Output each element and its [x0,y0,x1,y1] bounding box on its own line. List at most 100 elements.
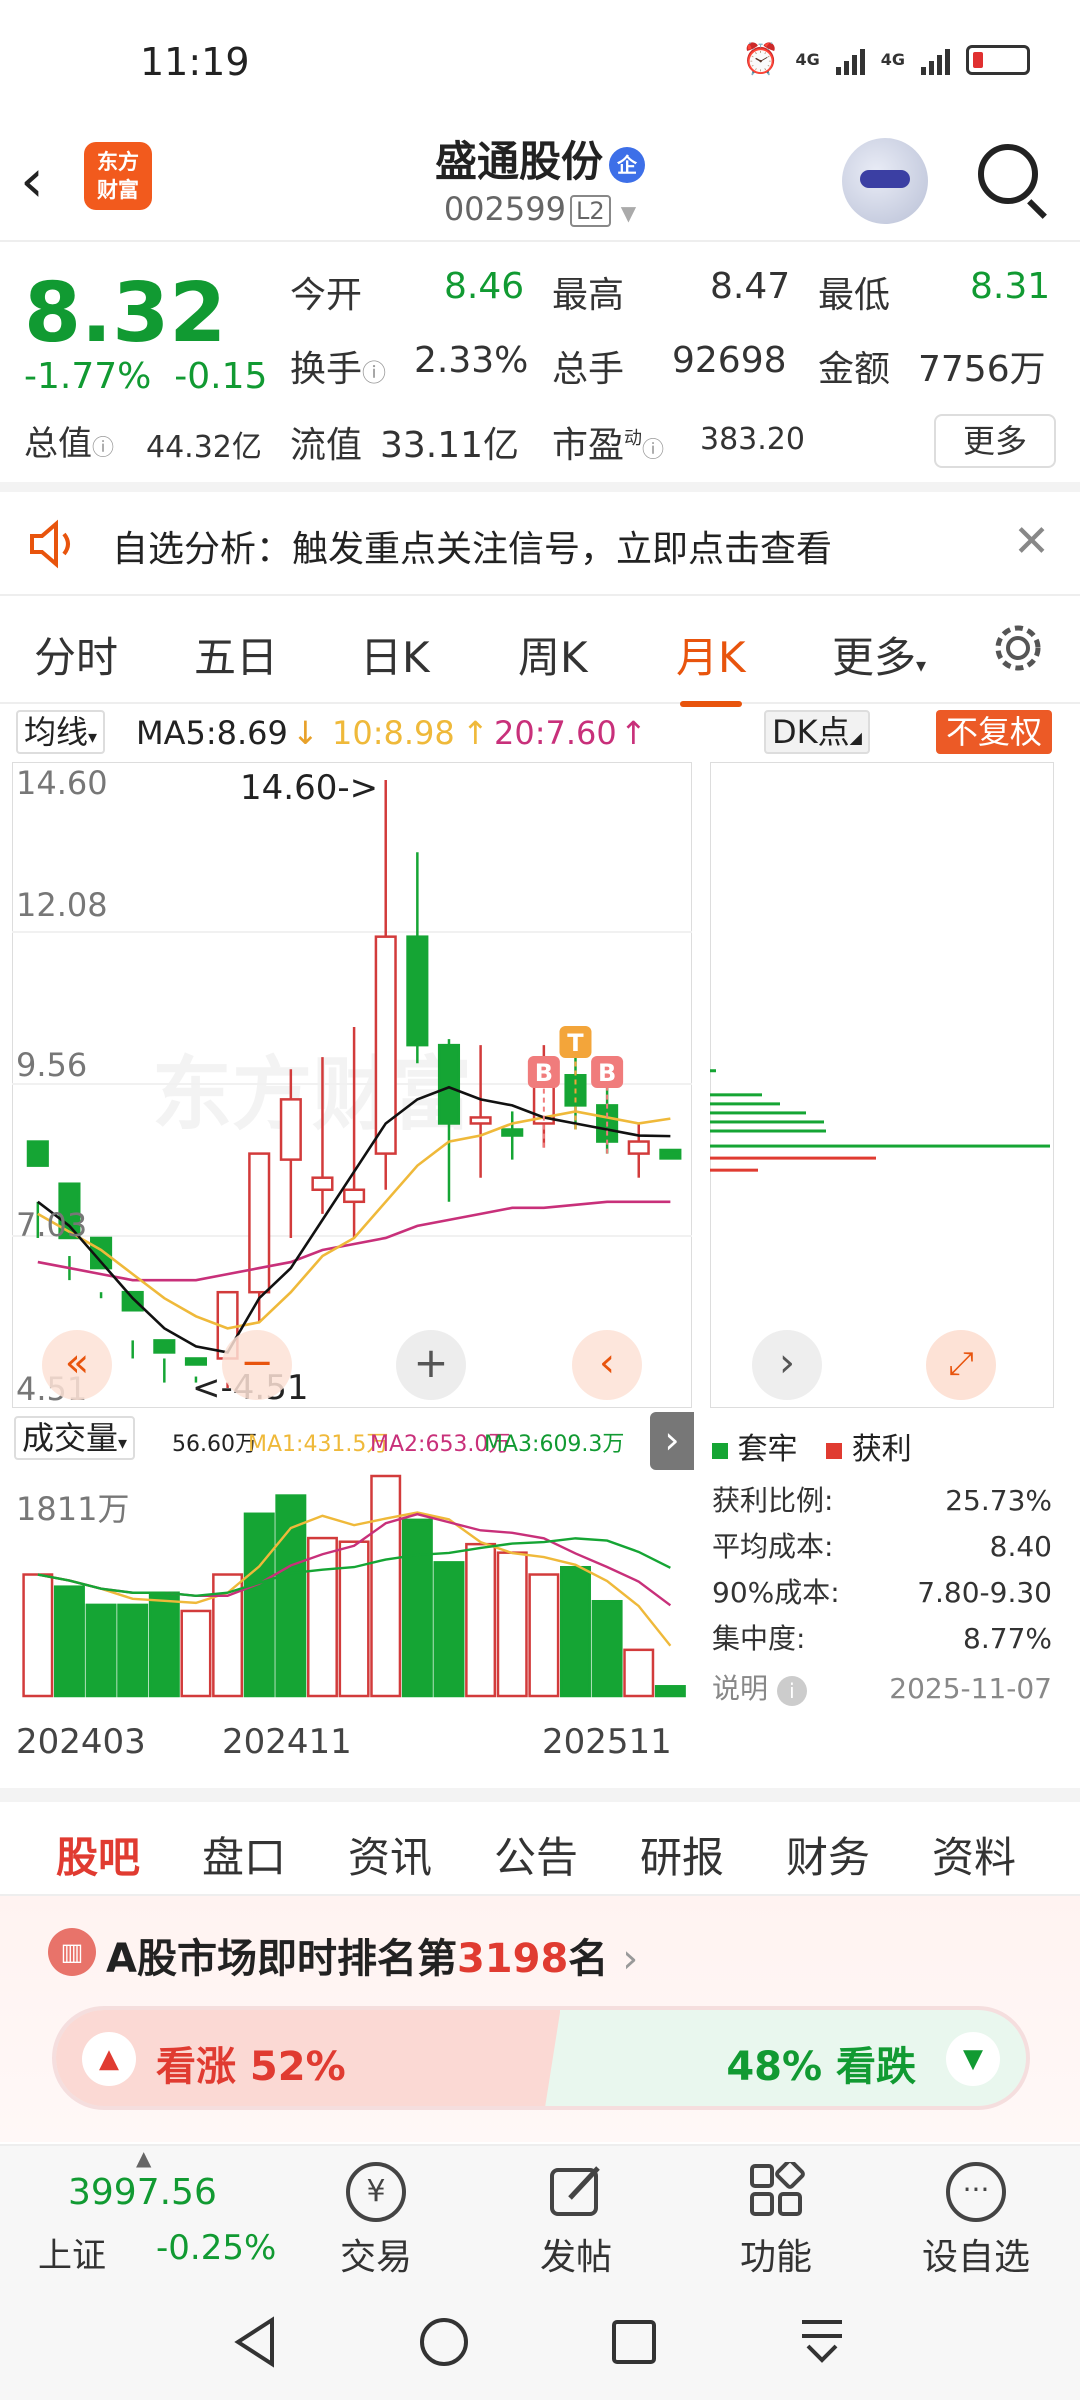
tab-research[interactable]: 研报 [640,1824,724,1885]
y-label-2: 12.08 [16,886,108,924]
minus-icon[interactable]: − [222,1330,292,1400]
chevron-left-icon[interactable]: ‹ [572,1330,642,1400]
dk-point-selector[interactable]: DK点◢ [764,710,870,754]
y-label-3: 9.56 [16,1046,88,1084]
info-icon: i [776,1676,807,1706]
tab-profile[interactable]: 资料 [932,1824,1016,1885]
volume-bar [465,1542,497,1698]
plus-icon[interactable]: + [396,1330,466,1400]
menu-down-icon[interactable] [796,2314,848,2370]
level2-badge: L2 [569,195,611,227]
tab-more[interactable]: 更多▾ [832,624,926,685]
ma5-arrow: ↓ [292,714,319,752]
volume-value: 92698 [672,340,787,381]
home-circle-icon[interactable] [416,2314,472,2370]
ma10-value: 10:8.98 [332,714,455,752]
low-label: 最低 [818,275,891,316]
kline-chart[interactable]: 东方财富 BTB [12,762,692,1408]
chevron-down-icon: ▼ [620,201,637,225]
tab-daily-k[interactable]: 日K [360,624,430,685]
candle-body [501,1128,524,1137]
index-change[interactable]: -0.25% [156,2228,276,2268]
close-icon[interactable]: ✕ [1013,516,1050,567]
triangle-down-icon[interactable]: ▼ [946,2032,1000,2086]
tab-announcement[interactable]: 公告 [494,1824,578,1885]
index-value[interactable]: 3997.56 [68,2172,217,2213]
chip-note-row: 说明 i 2025-11-07 [712,1666,1052,1712]
gear-icon[interactable] [990,620,1046,676]
chip-bar [710,1144,1050,1148]
tab-five-day[interactable]: 五日 [194,624,278,685]
bottom-nav: ▲ 3997.56 上证 -0.25% ¥ 交易 发帖 功能 ··· 设自选 [0,2144,1080,2280]
tab-guba[interactable]: 股吧 [56,1824,140,1905]
volume-bar [560,1565,591,1698]
current-price: 8.32 [24,266,227,361]
tab-pankou[interactable]: 盘口 [202,1824,286,1885]
tab-weekly-k[interactable]: 周K [518,624,588,685]
volume-selector[interactable]: 成交量▾ [14,1416,136,1460]
triangle-up-icon[interactable]: ▲ [82,2032,136,2086]
open-label: 今开 [290,275,363,316]
double-left-icon[interactable]: « [42,1330,112,1400]
search-icon[interactable] [978,144,1038,204]
profit-label: 获利 [851,1432,912,1467]
ma20-arrow: ↑ [620,714,647,752]
chip-note[interactable]: 说明 i [712,1666,807,1712]
chip-bar [710,1111,806,1115]
pe-label: 市盈动ⓘ [552,425,665,466]
amount-value: 7756万 [918,349,1046,390]
quote-panel: 8.32 -1.77% -0.15 今开 8.46 最高 8.47 最低 8.3… [0,244,1080,492]
expand-panel-icon[interactable]: › [650,1412,694,1470]
turnover-value: 2.33% [414,340,529,381]
system-nav-bar [0,2280,1080,2400]
chip-bar [710,1093,762,1097]
candle-body [374,935,397,1155]
candle-body [279,1098,302,1161]
amount-label: 金额 [818,349,891,390]
rank-chart-icon: ▥ [48,1928,96,1976]
index-name[interactable]: 上证 [38,2228,106,2277]
indicator-selector[interactable]: 均线▾ [16,710,106,754]
candle-body [469,1116,492,1125]
analysis-notice[interactable]: 自选分析：触发重点关注信号，立即点击查看 ✕ [0,494,1080,596]
pe-value: 383.20 [700,422,805,457]
volume-bar [654,1685,686,1698]
volume-label: 总手 [552,349,625,390]
expand-icon[interactable]: ⤢ [926,1330,996,1400]
x-label-start: 202403 [16,1722,146,1762]
volume-bar [22,1573,54,1698]
open-value: 8.46 [444,266,525,307]
tab-monthly-k[interactable]: 月K [676,624,746,707]
tab-finance[interactable]: 财务 [786,1824,870,1885]
chip-distribution-chart[interactable] [710,762,1054,1408]
signal-icon [835,45,865,75]
rank-title[interactable]: A股市场即时排名第3198名 › [106,1926,638,1984]
volume-bar [53,1585,85,1698]
more-button[interactable]: 更多 [934,414,1056,468]
signal-label: T [567,1029,584,1057]
high-label: 最高 [552,275,625,316]
chevron-right-icon[interactable]: › [752,1330,822,1400]
low-value: 8.31 [970,266,1051,307]
volume-bar [148,1591,180,1698]
more-dots-icon: ··· [946,2162,1006,2222]
assistant-robot-icon[interactable] [842,138,928,224]
stock-header: ‹ 东方 财富 盛通股份企 002599 L2 ▼ [0,120,1080,242]
recents-square-icon[interactable] [608,2316,660,2368]
vote-up-label[interactable]: 看涨 52% [156,2034,346,2092]
volume-bar [243,1512,275,1698]
volume-bar [591,1599,623,1698]
caret-up-icon: ▲ [136,2146,152,2170]
tab-intraday[interactable]: 分时 [34,624,118,685]
back-triangle-icon[interactable] [230,2314,280,2370]
candle-body [248,1152,271,1294]
volume-bar [306,1536,338,1698]
vote-down-label[interactable]: 48% 看跌 [726,2034,916,2092]
chip-bar [710,1120,824,1124]
signal-label: B [535,1059,553,1087]
tab-news[interactable]: 资讯 [348,1824,432,1885]
avg-cost-row: 平均成本: 8.40 [712,1530,1052,1563]
chip-bar [710,1102,780,1106]
watermark: 东方财富 [152,1048,472,1141]
fuquan-button[interactable]: 不复权 [935,710,1052,754]
